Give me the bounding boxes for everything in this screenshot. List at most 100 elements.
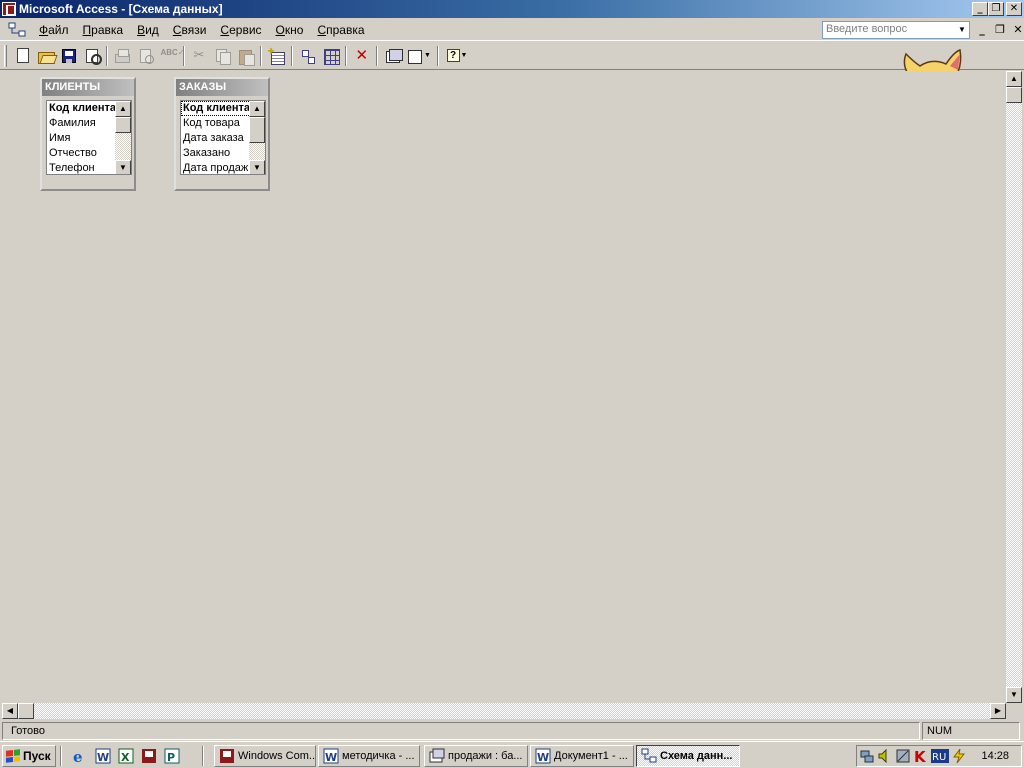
ask-question-input[interactable]: Введите вопрос ▼	[822, 21, 970, 39]
scroll-right-icon[interactable]: ▶	[990, 703, 1006, 719]
save-button[interactable]	[57, 45, 80, 67]
field-list-scrollbar[interactable]: ▲ ▼	[115, 101, 131, 174]
svg-text:e: e	[73, 748, 83, 764]
field-item[interactable]: Дата продаж	[181, 161, 251, 174]
database-window-button[interactable]	[381, 45, 404, 67]
close-button[interactable]: ✕	[1006, 2, 1022, 16]
title-bar[interactable]: Microsoft Access - [Схема данных] _ ❐ ✕	[0, 0, 1024, 18]
table-orders[interactable]: ЗАКАЗЫ Код клиента Код товара Дата заказ…	[174, 77, 270, 191]
cut-button[interactable]	[188, 45, 211, 67]
menu-edit[interactable]: Правка	[76, 21, 131, 39]
table-clients[interactable]: КЛИЕНТЫ Код клиента Фамилия Имя Отчество…	[40, 77, 136, 191]
field-item[interactable]: Код клиента	[181, 101, 251, 116]
doc-restore-button[interactable]: ❐	[993, 23, 1007, 36]
minimize-button[interactable]: _	[972, 2, 988, 16]
scroll-thumb[interactable]	[249, 117, 265, 143]
field-item[interactable]: Код товара	[181, 116, 251, 131]
volume-icon[interactable]	[877, 748, 893, 764]
publisher-icon[interactable]: P	[164, 748, 180, 764]
field-item[interactable]: Телефон	[47, 161, 117, 174]
table-clients-title[interactable]: КЛИЕНТЫ	[42, 79, 134, 96]
search-button[interactable]	[80, 45, 103, 67]
power-icon[interactable]	[951, 748, 967, 764]
scroll-down-icon[interactable]: ▼	[249, 160, 265, 174]
show-all-button[interactable]	[319, 45, 342, 67]
num-lock-indicator: NUM	[922, 722, 1020, 740]
task-button[interactable]: W методичка - ...	[318, 745, 420, 767]
access-icon[interactable]	[141, 748, 157, 764]
field-item[interactable]: Отчество	[47, 146, 117, 161]
field-list-scrollbar[interactable]: ▲ ▼	[249, 101, 265, 174]
task-button[interactable]: W Документ1 - ...	[530, 745, 634, 767]
vertical-scrollbar[interactable]: ▲ ▼	[1006, 71, 1022, 703]
open-icon	[37, 48, 55, 64]
new-object-button[interactable]: ▼	[404, 45, 434, 67]
table-orders-field-list[interactable]: Код клиента Код товара Дата заказа Заказ…	[180, 100, 266, 175]
chevron-down-icon: ▼	[424, 52, 431, 59]
access-app-icon[interactable]	[2, 2, 16, 16]
scroll-down-icon[interactable]: ▼	[115, 160, 131, 174]
network-icon[interactable]	[859, 748, 875, 764]
new-button[interactable]	[11, 45, 34, 67]
field-item[interactable]: Код клиента	[47, 101, 117, 116]
scroll-up-icon[interactable]: ▲	[249, 101, 265, 117]
paste-icon	[238, 48, 255, 66]
task-button-active[interactable]: Схема данн...	[636, 745, 740, 767]
restore-button[interactable]: ❐	[988, 2, 1004, 16]
scroll-thumb[interactable]	[1006, 87, 1022, 103]
scroll-up-icon[interactable]: ▲	[115, 101, 131, 117]
toolbar-separator	[437, 45, 439, 66]
spelling-button[interactable]: ABC✓	[157, 45, 185, 67]
doc-minimize-button[interactable]: _	[975, 23, 989, 36]
chevron-down-icon[interactable]: ▼	[956, 23, 968, 37]
word-icon: W	[323, 748, 339, 764]
start-button[interactable]: Пуск	[2, 745, 56, 767]
chevron-down-icon: ▼	[460, 52, 468, 59]
paste-button[interactable]	[234, 45, 257, 67]
language-indicator[interactable]: RU	[931, 748, 949, 764]
internet-explorer-icon[interactable]: e	[72, 748, 88, 766]
menu-window[interactable]: Окно	[269, 21, 311, 39]
show-direct-button[interactable]	[296, 45, 319, 67]
menu-view[interactable]: Вид	[130, 21, 166, 39]
relationships-doc-icon[interactable]	[8, 22, 26, 38]
delete-button[interactable]	[350, 45, 373, 67]
menu-tools[interactable]: Сервис	[213, 21, 268, 39]
copy-button[interactable]	[211, 45, 234, 67]
task-button[interactable]: продажи : ба...	[424, 745, 528, 767]
kaspersky-icon[interactable]: K	[913, 748, 929, 766]
print-button[interactable]	[111, 45, 134, 67]
toolbar-grip[interactable]	[4, 44, 7, 67]
scroll-down-icon[interactable]: ▼	[1006, 687, 1022, 703]
cut-icon	[192, 47, 208, 64]
relationships-workspace[interactable]	[0, 71, 1024, 719]
field-item[interactable]: Фамилия	[47, 116, 117, 131]
menu-file[interactable]: Файл	[32, 21, 76, 39]
word-icon[interactable]: W	[95, 748, 111, 764]
horizontal-scrollbar[interactable]: ◀ ▶	[2, 703, 1006, 719]
system-tray: K RU 14:28	[856, 745, 1022, 767]
scroll-thumb[interactable]	[18, 703, 34, 719]
open-button[interactable]	[34, 45, 57, 67]
show-table-button[interactable]	[265, 44, 288, 67]
doc-close-button[interactable]: ✕	[1011, 23, 1024, 36]
utility-icon[interactable]	[895, 748, 911, 764]
relationships-icon	[641, 748, 657, 764]
menu-help[interactable]: Справка	[310, 21, 371, 39]
task-button[interactable]: Windows Com...	[214, 745, 316, 767]
table-orders-title[interactable]: ЗАКАЗЫ	[176, 79, 268, 96]
clock[interactable]: 14:28	[981, 750, 1009, 762]
scroll-thumb[interactable]	[115, 117, 131, 133]
print-preview-button[interactable]	[134, 45, 157, 67]
scroll-up-icon[interactable]: ▲	[1006, 71, 1022, 87]
print-icon	[115, 48, 130, 63]
field-item[interactable]: Дата заказа	[181, 131, 251, 146]
field-item[interactable]: Заказано	[181, 146, 251, 161]
scroll-left-icon[interactable]: ◀	[2, 703, 18, 719]
menu-relationships[interactable]: Связи	[166, 21, 214, 39]
field-item[interactable]: Имя	[47, 131, 117, 146]
relationship-toolbar: ABC✓ ▼ ?▼	[0, 42, 1024, 70]
help-button[interactable]: ? ▼	[442, 45, 472, 67]
excel-icon[interactable]: X	[118, 748, 134, 764]
table-clients-field-list[interactable]: Код клиента Фамилия Имя Отчество Телефон…	[46, 100, 132, 175]
